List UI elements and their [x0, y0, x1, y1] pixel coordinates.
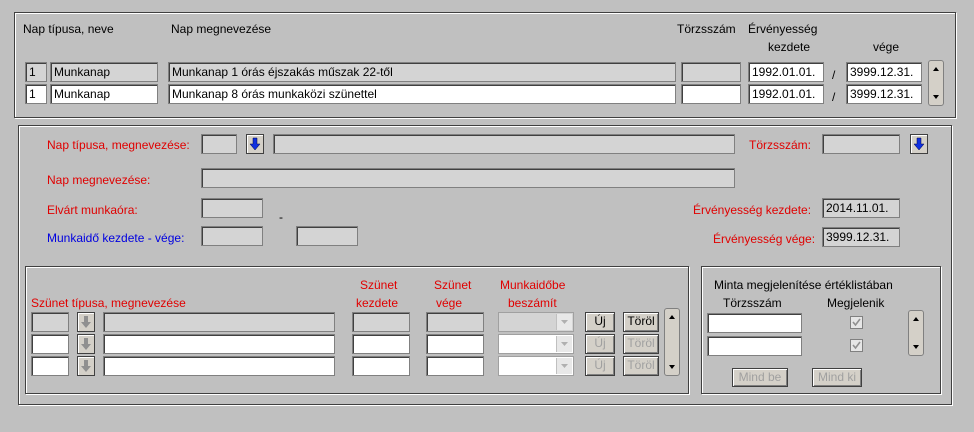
scroll-up-icon[interactable]: [666, 311, 678, 323]
munkaido-kezdete-field[interactable]: [201, 226, 263, 246]
erv-kezdete-field[interactable]: 2014.11.01.: [822, 198, 900, 218]
row2-num[interactable]: 1: [25, 84, 47, 104]
row1-num[interactable]: 1: [25, 62, 47, 82]
break2-end[interactable]: [426, 334, 484, 354]
elvart-munkaora-label: Elvárt munkaóra:: [47, 203, 138, 217]
row1-torzsszam[interactable]: [681, 62, 741, 82]
torzsszam-field[interactable]: [822, 134, 900, 154]
break2-start[interactable]: [352, 334, 410, 354]
break1-name[interactable]: [103, 312, 335, 332]
header-torzsszam: Törzsszám: [677, 22, 736, 36]
arrow-down-icon: [81, 316, 91, 328]
chevron-down-icon: [561, 320, 568, 324]
row1-type[interactable]: Munkanap: [50, 62, 158, 82]
break1-counts-select[interactable]: [498, 312, 574, 332]
row1-start[interactable]: 1992.01.01.: [748, 62, 824, 82]
checkbox-icon: [852, 341, 861, 350]
scroll-down-icon[interactable]: [930, 91, 942, 103]
time-dash: -: [279, 210, 283, 224]
header-ervenyesseg: Érvényesség: [748, 22, 818, 36]
break2-lookup-button[interactable]: [77, 334, 95, 354]
break2-delete-button[interactable]: Töröl: [623, 334, 659, 354]
breaks-col-end-1: Szünet: [434, 278, 472, 292]
sample-title: Minta megjelenítése értéklistában: [714, 278, 893, 292]
row1-sep: /: [832, 68, 836, 82]
torzsszam-lookup-button[interactable]: [910, 134, 928, 154]
munkaido-vege-field[interactable]: [296, 226, 358, 246]
sample1-torzsszam[interactable]: [707, 313, 802, 333]
nap-tipusa-code[interactable]: [201, 134, 237, 154]
break1-end[interactable]: [426, 312, 484, 332]
break3-counts-select[interactable]: [498, 356, 574, 376]
breaks-col-count-1: Munkaidőbe: [500, 278, 566, 292]
sample-scrollbar[interactable]: [908, 310, 924, 356]
erv-vege-label: Érvényesség vége:: [713, 232, 816, 246]
breaks-scrollbar[interactable]: [664, 308, 680, 376]
row2-torzsszam[interactable]: [681, 84, 741, 104]
break3-delete-button[interactable]: Töröl: [623, 356, 659, 376]
break3-code[interactable]: [31, 356, 69, 376]
break3-end[interactable]: [426, 356, 484, 376]
scroll-up-icon[interactable]: [910, 313, 922, 325]
break2-counts-select[interactable]: [498, 334, 574, 354]
break1-new-button[interactable]: Új: [585, 312, 615, 332]
breaks-col-start-2: kezdete: [356, 296, 399, 310]
torzsszam-label: Törzsszám:: [749, 138, 812, 152]
row2-type[interactable]: Munkanap: [50, 84, 158, 104]
sample-col-megjelenik: Megjelenik: [827, 296, 885, 310]
break3-lookup-button[interactable]: [77, 356, 95, 376]
break1-delete-button[interactable]: Töröl: [623, 312, 659, 332]
nap-tipusa-label: Nap típusa, megnevezése:: [47, 138, 190, 152]
row2-name[interactable]: Munkanap 8 órás munkaközi szünettel: [168, 84, 676, 104]
arrow-down-icon: [81, 338, 91, 350]
break1-start[interactable]: [352, 312, 410, 332]
header-nap-megnevezese: Nap megnevezése: [171, 22, 272, 36]
erv-kezdete-label: Érvényesség kezdete:: [693, 203, 812, 217]
row2-end[interactable]: 3999.12.31.: [846, 84, 922, 104]
nap-tipusa-lookup-button[interactable]: [246, 134, 264, 154]
checkbox-icon: [852, 318, 861, 327]
list-scrollbar[interactable]: [928, 60, 944, 106]
break3-start[interactable]: [352, 356, 410, 376]
break3-new-button[interactable]: Új: [585, 356, 615, 376]
erv-vege-field[interactable]: 3999.12.31.: [822, 227, 900, 247]
row1-end[interactable]: 3999.12.31.: [846, 62, 922, 82]
break2-code[interactable]: [31, 334, 69, 354]
header-nap-tipusa: Nap típusa, neve: [23, 22, 114, 36]
breaks-col-type: Szünet típusa, megnevezése: [31, 296, 186, 310]
sample1-checkbox[interactable]: [850, 316, 863, 329]
nap-tipusa-name[interactable]: [273, 134, 735, 154]
chevron-down-icon: [561, 364, 568, 368]
break1-code[interactable]: [31, 312, 69, 332]
scroll-down-icon[interactable]: [666, 361, 678, 373]
mind-ki-button[interactable]: Mind ki: [812, 368, 862, 387]
break3-name[interactable]: [103, 356, 335, 376]
sample2-checkbox[interactable]: [850, 339, 863, 352]
nap-megnevezese-field[interactable]: [201, 168, 735, 188]
scroll-up-icon[interactable]: [930, 63, 942, 75]
arrow-down-icon: [913, 137, 925, 151]
row1-name[interactable]: Munkanap 1 órás éjszakás műszak 22-től: [168, 62, 676, 82]
nap-megnevezese-label: Nap megnevezése:: [47, 173, 151, 187]
header-kezdete: kezdete: [768, 40, 811, 54]
row2-sep: /: [832, 90, 836, 104]
breaks-col-end-2: vége: [436, 296, 463, 310]
break2-name[interactable]: [103, 334, 335, 354]
mind-be-button[interactable]: Mind be: [732, 368, 788, 387]
row2-start[interactable]: 1992.01.01.: [748, 84, 824, 104]
elvart-munkaora-field[interactable]: [201, 198, 263, 218]
breaks-col-start-1: Szünet: [360, 278, 398, 292]
break1-lookup-button[interactable]: [77, 312, 95, 332]
break2-new-button[interactable]: Új: [585, 334, 615, 354]
arrow-down-icon: [81, 360, 91, 372]
header-vege: vége: [873, 40, 900, 54]
breaks-col-count-2: beszámít: [508, 296, 557, 310]
sample2-torzsszam[interactable]: [707, 336, 802, 356]
arrow-down-icon: [249, 137, 261, 151]
scroll-down-icon[interactable]: [910, 341, 922, 353]
sample-col-torzsszam: Törzsszám: [723, 296, 782, 310]
chevron-down-icon: [561, 342, 568, 346]
munkaido-label: Munkaidő kezdete - vége:: [47, 231, 185, 245]
